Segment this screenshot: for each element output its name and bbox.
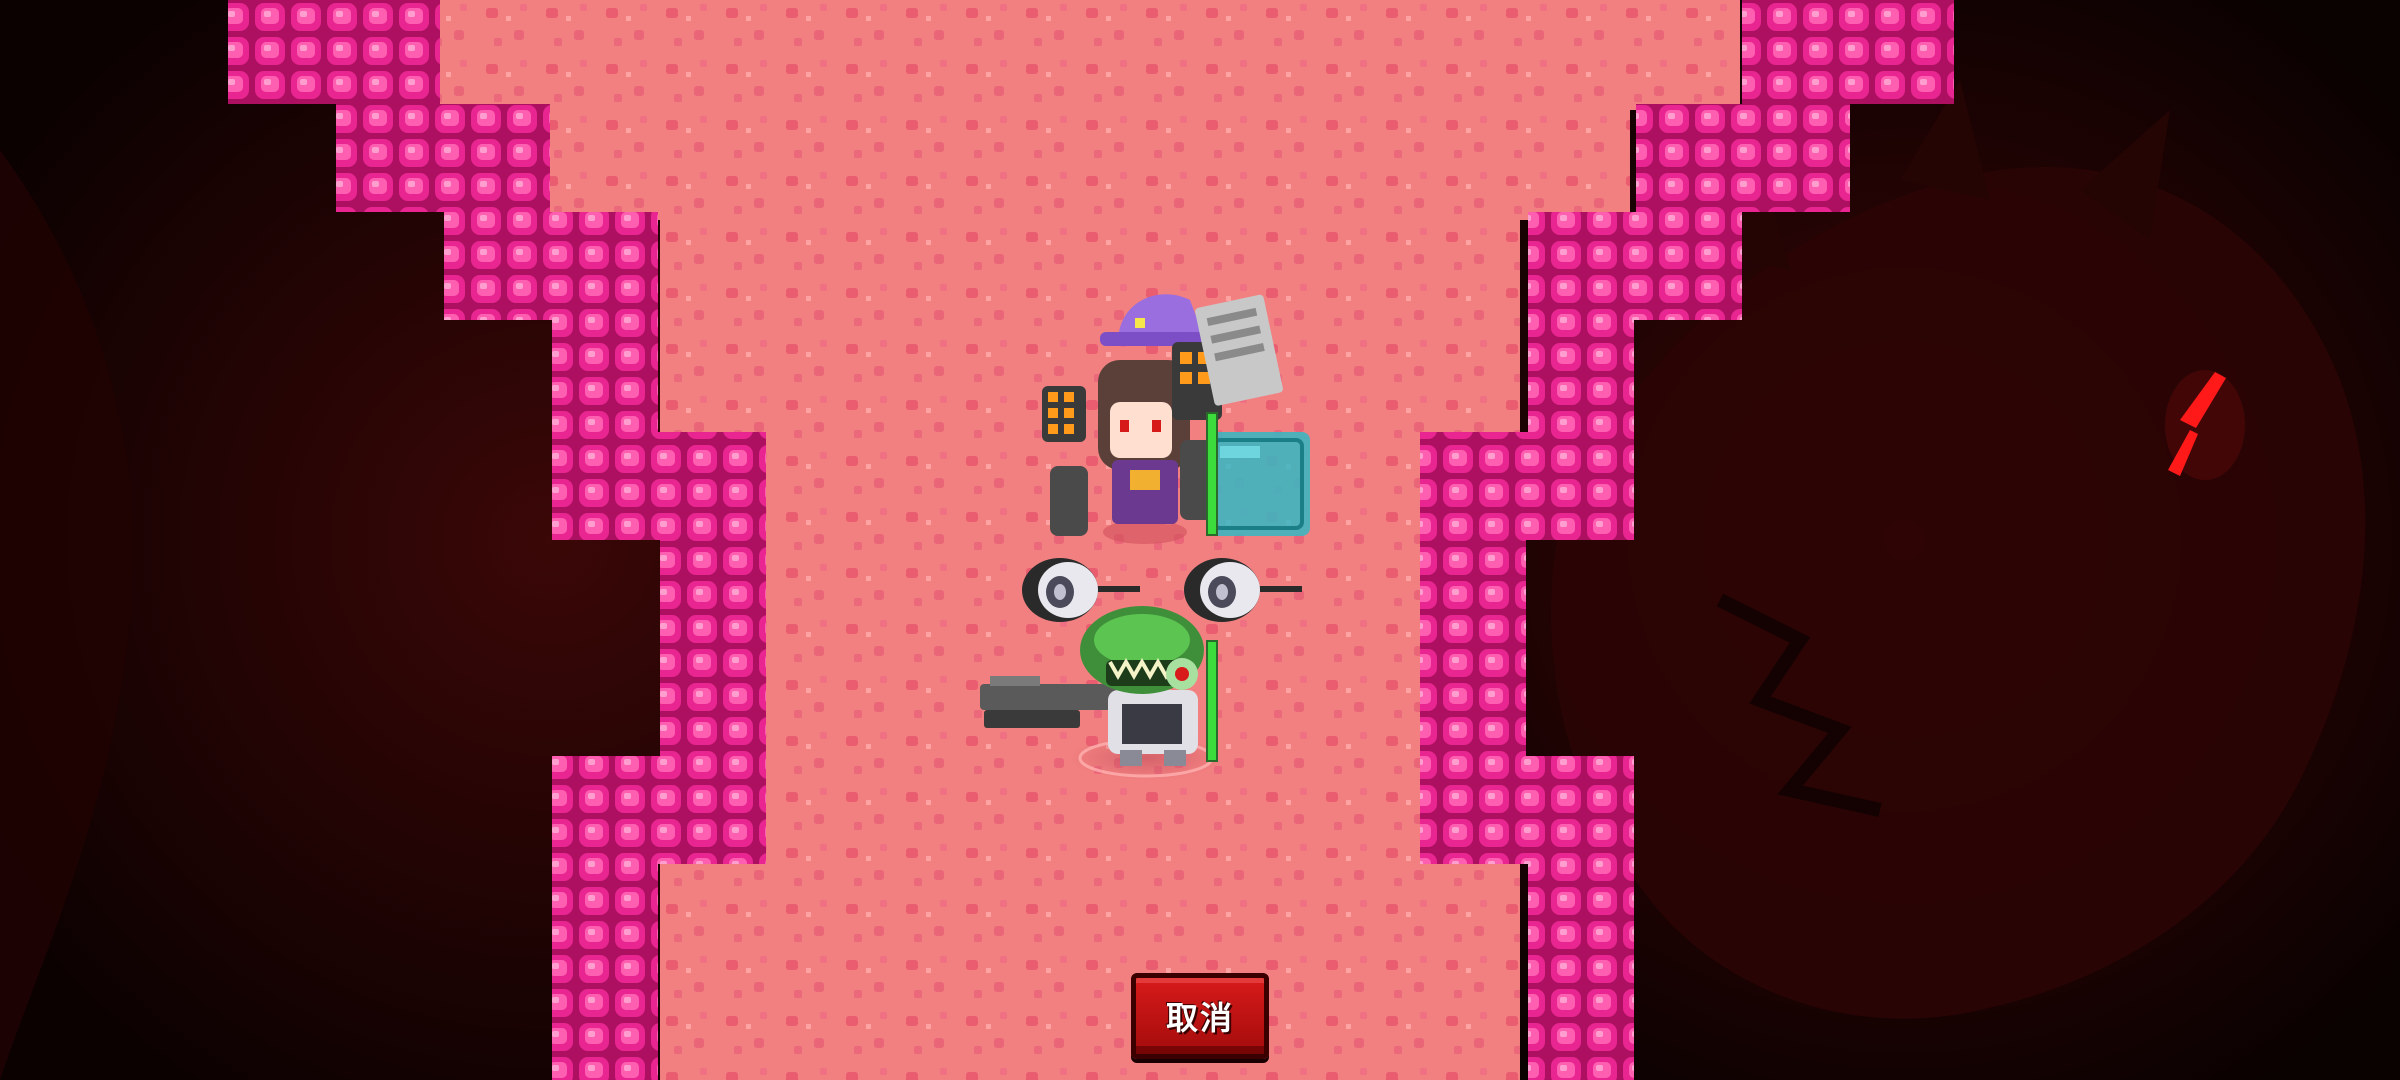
- game-scene: [0, 0, 2400, 1080]
- shield-block-icon: [1206, 432, 1310, 536]
- cancel-button-label: 取消: [1165, 999, 1234, 1037]
- cancel-button[interactable]: 取消: [1131, 973, 1269, 1059]
